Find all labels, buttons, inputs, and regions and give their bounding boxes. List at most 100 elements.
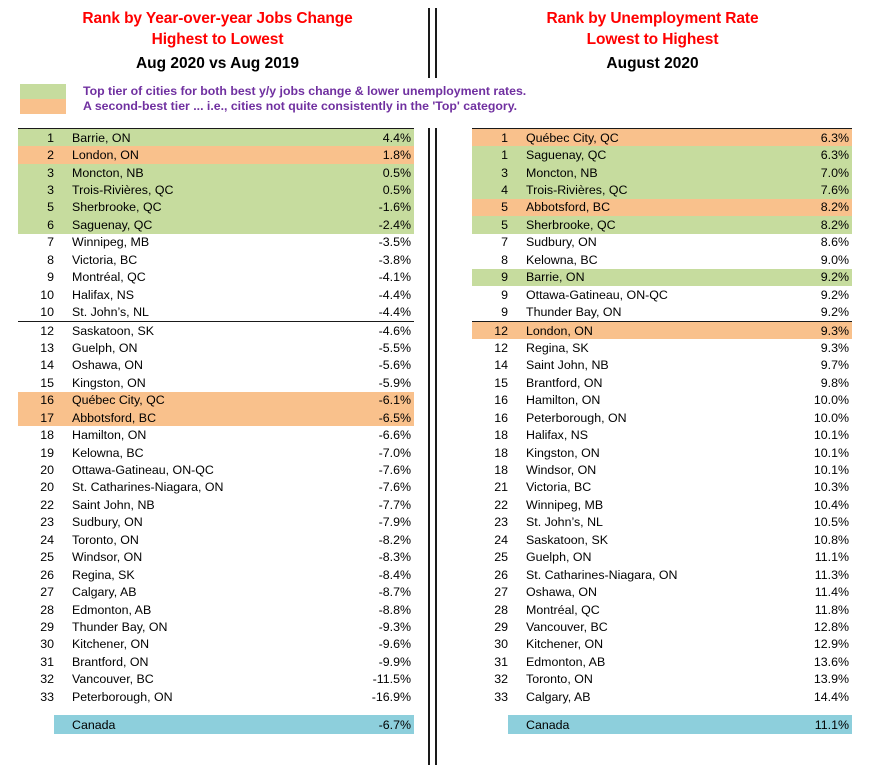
value-cell: 9.3% (820, 340, 849, 355)
value-cell: 11.4% (814, 585, 849, 600)
table-row: 2 London, ON 1.8% (18, 146, 414, 164)
value-cell: 6.3% (820, 130, 849, 145)
city-cell: Victoria, BC (72, 252, 138, 267)
rank-cell: 32 (494, 672, 508, 687)
city-cell: Victoria, BC (526, 480, 592, 495)
city-cell: Abbotsford, BC (72, 410, 157, 425)
value-cell: -3.8% (378, 252, 411, 267)
value-cell: -11.5% (372, 672, 411, 687)
unemployment-rate-table: 1 Québec City, QC 6.3% 1 Saguenay, QC 6.3% 3 Mo… (472, 128, 852, 735)
table-row: 9 Thunder Bay, ON 9.2% (472, 303, 852, 320)
value-cell: 14.4% (813, 689, 849, 704)
city-cell: Winnipeg, MB (526, 497, 604, 512)
city-cell: Thunder Bay, ON (72, 619, 168, 634)
value-cell: -1.6% (378, 200, 411, 215)
city-cell: Trois-Rivières, QC (526, 183, 628, 198)
table-row: 26 St. Catharines-Niagara, ON 11.3% (472, 566, 852, 583)
table-row: 31 Edmonton, AB 13.6% (472, 653, 852, 670)
rank-cell: 19 (40, 445, 54, 460)
rank-cell: 17 (40, 410, 54, 425)
rank-cell: 25 (494, 550, 508, 565)
city-cell: Calgary, AB (72, 585, 137, 600)
table-row: 5 Sherbrooke, QC 8.2% (472, 216, 852, 234)
table-row: 33 Peterborough, ON -16.9% (18, 688, 414, 705)
table-row: 26 Regina, SK -8.4% (18, 566, 414, 583)
value-cell: 10.8% (813, 532, 849, 547)
city-cell: Saguenay, QC (526, 148, 607, 163)
table-row: 6 Saguenay, QC -2.4% (18, 216, 414, 234)
table-row: 1 Québec City, QC 6.3% (472, 129, 852, 147)
city-cell: Edmonton, AB (72, 602, 152, 617)
rank-cell: 8 (47, 252, 54, 267)
table-row: 3 Moncton, NB 0.5% (18, 163, 414, 182)
table-row: 8 Kelowna, BC 9.0% (472, 251, 852, 268)
city-cell: Halifax, NS (526, 428, 588, 443)
rank-cell: 1 (501, 148, 508, 163)
value-cell: 7.0% (820, 165, 849, 180)
value-cell: 8.2% (820, 200, 849, 215)
city-cell: Toronto, ON (72, 532, 139, 547)
city-cell: Kitchener, ON (526, 637, 604, 652)
rank-cell: 9 (501, 305, 508, 320)
value-cell: -9.6% (378, 637, 411, 652)
rank-cell: 15 (494, 375, 508, 390)
rank-cell: 18 (494, 445, 508, 460)
table-row: 16 Peterborough, ON 10.0% (472, 409, 852, 426)
total-spacer (18, 705, 414, 715)
table-row: 14 Oshawa, ON -5.6% (18, 357, 414, 374)
value-cell: 11.8% (814, 602, 849, 617)
city-cell: Peterborough, ON (72, 689, 173, 704)
value-cell: -2.4% (378, 217, 411, 232)
city-cell: Winnipeg, MB (72, 235, 150, 250)
value-cell: -5.6% (378, 358, 411, 373)
value-cell: 12.8% (813, 619, 849, 634)
table-row: 16 Hamilton, ON 10.0% (472, 392, 852, 409)
city-cell: Toronto, ON (526, 672, 593, 687)
column-divider-main (428, 128, 437, 765)
table-row: 4 Trois-Rivières, QC 7.6% (472, 181, 852, 199)
rank-cell: 25 (40, 550, 54, 565)
rank-cell: 6 (47, 217, 54, 232)
rank-cell: 3 (47, 165, 54, 180)
table-row: 12 Saskatoon, SK -4.6% (18, 322, 414, 339)
rank-cell: 16 (494, 410, 508, 425)
rank-cell: 12 (40, 323, 54, 338)
rank-cell: 23 (494, 515, 508, 530)
rank-cell: 30 (40, 637, 54, 652)
rank-cell: 9 (501, 287, 508, 302)
rank-cell: 1 (501, 130, 508, 145)
city-cell: Trois-Rivières, QC (72, 183, 174, 198)
rank-cell: 12 (494, 340, 508, 355)
value-cell: -3.5% (378, 235, 411, 250)
city-cell: Oshawa, ON (72, 358, 143, 373)
table-row: 20 St. Catharines-Niagara, ON -7.6% (18, 479, 414, 496)
rank-cell: 27 (494, 585, 508, 600)
city-cell: Hamilton, ON (72, 428, 147, 443)
city-cell: London, ON (526, 323, 593, 338)
table-row: 10 Halifax, NS -4.4% (18, 286, 414, 303)
value-cell: 7.6% (820, 183, 849, 198)
table-row: 18 Halifax, NS 10.1% (472, 426, 852, 443)
table-row: 27 Oshawa, ON 11.4% (472, 583, 852, 600)
table-row: 1 Barrie, ON 4.4% (18, 129, 414, 147)
rank-cell: 20 (40, 480, 54, 495)
city-cell: Saint John, NB (526, 358, 609, 373)
city-cell: Vancouver, BC (72, 672, 154, 687)
right-heading: Rank by Unemployment Rate Lowest to High… (435, 0, 870, 74)
value-cell: 10.0% (813, 410, 849, 425)
left-title-line1: Rank by Year-over-year Jobs Change (82, 10, 353, 27)
city-cell: St. Catharines-Niagara, ON (72, 480, 224, 495)
table-row: 33 Calgary, AB 14.4% (472, 688, 852, 705)
value-cell: -8.8% (378, 602, 411, 617)
rank-cell: 10 (40, 287, 54, 302)
table-row: 21 Victoria, BC 10.3% (472, 479, 852, 496)
table-row: 30 Kitchener, ON -9.6% (18, 636, 414, 653)
value-cell: -6.6% (378, 428, 411, 443)
value-cell: 12.9% (813, 637, 849, 652)
rank-cell: 22 (494, 497, 508, 512)
rank-cell: 26 (494, 567, 508, 582)
rank-cell: 14 (40, 358, 54, 373)
legend-swatch-orange-icon (20, 99, 66, 114)
value-cell: 10.5% (813, 515, 849, 530)
value-cell: 9.2% (820, 270, 849, 285)
